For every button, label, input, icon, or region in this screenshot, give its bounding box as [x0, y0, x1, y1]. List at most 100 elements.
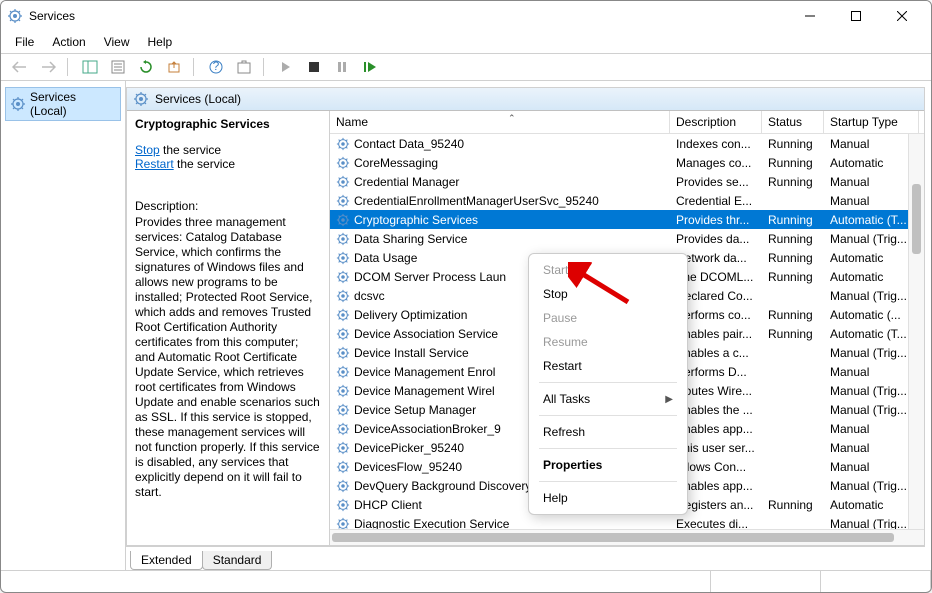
service-name: Data Usage — [354, 251, 417, 265]
service-startup-type: Automatic (T... — [824, 327, 919, 341]
gear-icon — [336, 175, 350, 189]
service-description: Manages co... — [670, 156, 762, 170]
service-description: Provides da... — [670, 232, 762, 246]
service-name-cell: Cryptographic Services — [330, 213, 670, 227]
h-scrollbar-thumb[interactable] — [332, 533, 894, 542]
sort-arrow-icon: ⌃ — [508, 113, 516, 124]
forward-icon — [40, 61, 56, 73]
toolbar-show-hide[interactable] — [77, 56, 103, 78]
service-name: Data Sharing Service — [354, 232, 467, 246]
maximize-button[interactable] — [833, 1, 879, 31]
service-startup-type: Manual (Trig... — [824, 232, 919, 246]
tab-extended[interactable]: Extended — [130, 551, 203, 570]
service-name: DevicesFlow_95240 — [354, 460, 462, 474]
column-description[interactable]: Description — [670, 111, 762, 133]
cm-separator — [539, 448, 677, 449]
service-status: Running — [762, 232, 824, 246]
pause-icon — [337, 62, 347, 72]
menu-help[interactable]: Help — [140, 33, 181, 51]
cm-stop[interactable]: Stop — [529, 282, 687, 306]
toolbar-export[interactable] — [161, 56, 187, 78]
refresh-icon — [139, 60, 153, 74]
cm-separator — [539, 382, 677, 383]
toolbar-stop[interactable] — [301, 56, 327, 78]
desc-text: Provides three management services: Cata… — [135, 215, 321, 500]
toolbar-pause[interactable] — [329, 56, 355, 78]
column-status[interactable]: Status — [762, 111, 824, 133]
vertical-scrollbar[interactable] — [908, 134, 924, 529]
scrollbar-thumb[interactable] — [912, 184, 921, 254]
detail-pane: Cryptographic Services Stop the service … — [127, 111, 329, 545]
cm-resume: Resume — [529, 330, 687, 354]
context-menu: Start Stop Pause Resume Restart All Task… — [528, 253, 688, 515]
main-area: Services (Local) Services (Local) Crypto… — [1, 81, 931, 570]
back-icon — [12, 61, 28, 73]
menu-action[interactable]: Action — [44, 33, 93, 51]
service-name: dcsvc — [354, 289, 385, 303]
service-status: Running — [762, 270, 824, 284]
toolbar-manage[interactable] — [231, 56, 257, 78]
toolbar-forward[interactable] — [35, 56, 61, 78]
service-row[interactable]: CoreMessagingManages co...RunningAutomat… — [330, 153, 924, 172]
view-tabs: Extended Standard — [126, 546, 925, 570]
gear-icon — [336, 156, 350, 170]
toolbar-start[interactable] — [273, 56, 299, 78]
service-name: Credential Manager — [354, 175, 459, 189]
service-name: Device Setup Manager — [354, 403, 476, 417]
show-hide-icon — [82, 60, 98, 74]
list-header: Name ⌃ Description Status Startup Type — [330, 111, 924, 134]
service-row[interactable]: Cryptographic ServicesProvides thr...Run… — [330, 210, 924, 229]
service-name: CredentialEnrollmentManagerUserSvc_95240 — [354, 194, 599, 208]
restart-icon — [364, 62, 376, 72]
service-description: Provides thr... — [670, 213, 762, 227]
stop-link[interactable]: Stop — [135, 143, 160, 157]
service-startup-type: Manual (Trig... — [824, 289, 919, 303]
service-description: Executes di... — [670, 517, 762, 530]
cm-restart[interactable]: Restart — [529, 354, 687, 378]
service-row[interactable]: Data Sharing Service Provides da...Runnin… — [330, 229, 924, 248]
toolbar-help[interactable]: ? — [203, 56, 229, 78]
service-row[interactable]: Credential ManagerProvides se...RunningM… — [330, 172, 924, 191]
toolbar-refresh[interactable] — [133, 56, 159, 78]
close-button[interactable] — [879, 1, 925, 31]
toolbar-restart[interactable] — [357, 56, 383, 78]
service-name: DevicePicker_95240 — [354, 441, 464, 455]
submenu-arrow-icon: ▶ — [665, 394, 673, 405]
column-startup-type[interactable]: Startup Type — [824, 111, 919, 133]
manage-icon — [237, 60, 251, 74]
cm-refresh[interactable]: Refresh — [529, 420, 687, 444]
cm-pause: Pause — [529, 306, 687, 330]
pane-title: Services (Local) — [155, 92, 241, 106]
service-startup-type: Automatic (... — [824, 308, 919, 322]
service-startup-type: Manual (Trig... — [824, 403, 919, 417]
toolbar-back[interactable] — [7, 56, 33, 78]
service-startup-type: Automatic — [824, 156, 919, 170]
stop-icon — [309, 62, 319, 72]
gear-icon — [10, 96, 26, 112]
service-row[interactable]: CredentialEnrollmentManagerUserSvc_95240… — [330, 191, 924, 210]
service-row[interactable]: Contact Data_95240Indexes con...RunningM… — [330, 134, 924, 153]
service-row[interactable]: Diagnostic Execution ServiceExecutes di.… — [330, 514, 924, 529]
gear-icon — [336, 441, 350, 455]
toolbar-properties[interactable] — [105, 56, 131, 78]
services-window: Services File Action View Help ? — [0, 0, 932, 593]
cm-help[interactable]: Help — [529, 486, 687, 510]
restart-link[interactable]: Restart — [135, 157, 174, 171]
inner-frame: Services (Local) Cryptographic Services … — [126, 87, 925, 546]
menu-file[interactable]: File — [7, 33, 42, 51]
tree-root-services-local[interactable]: Services (Local) — [5, 87, 121, 121]
cm-start: Start — [529, 258, 687, 282]
column-name[interactable]: Name — [330, 111, 670, 133]
service-startup-type: Manual — [824, 175, 919, 189]
tab-standard[interactable]: Standard — [202, 551, 273, 570]
restart-suffix: the service — [174, 157, 235, 171]
menu-view[interactable]: View — [96, 33, 138, 51]
cm-all-tasks[interactable]: All Tasks ▶ — [529, 387, 687, 411]
service-startup-type: Automatic — [824, 251, 919, 265]
minimize-button[interactable] — [787, 1, 833, 31]
gear-icon — [336, 194, 350, 208]
toolbar: ? — [1, 53, 931, 81]
cm-properties[interactable]: Properties — [529, 453, 687, 477]
service-status: Running — [762, 498, 824, 512]
horizontal-scrollbar[interactable] — [330, 529, 924, 545]
